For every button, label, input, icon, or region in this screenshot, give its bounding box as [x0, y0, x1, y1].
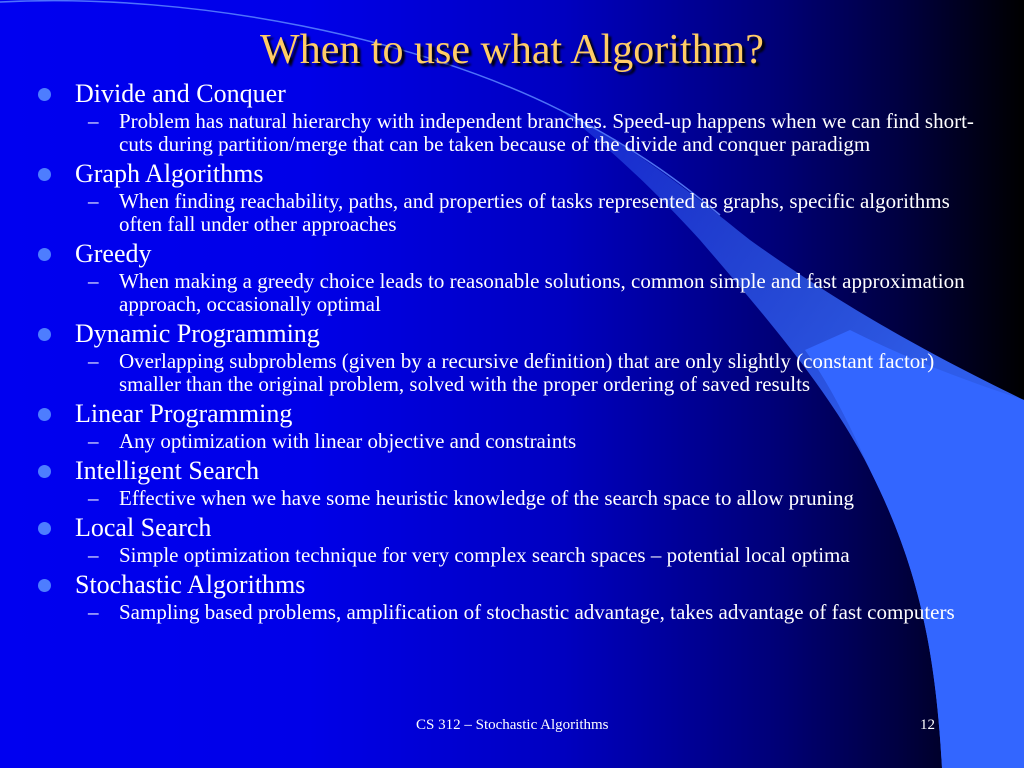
- bullet-heading: Greedy: [0, 238, 1024, 269]
- bullet-heading: Intelligent Search: [0, 455, 1024, 486]
- dash-icon: –: [88, 600, 99, 624]
- list-item: Linear Programming – Any optimization wi…: [0, 398, 1024, 453]
- bullet-dot-icon: [38, 579, 51, 592]
- bullet-heading: Dynamic Programming: [0, 318, 1024, 349]
- bullet-heading-text: Stochastic Algorithms: [75, 570, 306, 599]
- slide-footer: CS 312 – Stochastic Algorithms: [416, 717, 609, 733]
- sub-bullet: – When making a greedy choice leads to r…: [0, 270, 1024, 316]
- dash-icon: –: [88, 269, 99, 293]
- bullet-list: Divide and Conquer – Problem has natural…: [0, 78, 1024, 626]
- sub-bullet-text: When finding reachability, paths, and pr…: [119, 189, 950, 236]
- sub-bullet-text: Effective when we have some heuristic kn…: [119, 486, 854, 510]
- bullet-dot-icon: [38, 328, 51, 341]
- bullet-dot-icon: [38, 248, 51, 261]
- sub-bullet: – Problem has natural hierarchy with ind…: [0, 110, 1024, 156]
- sub-bullet-text: Overlapping subproblems (given by a recu…: [119, 349, 935, 396]
- list-item: Greedy – When making a greedy choice lea…: [0, 238, 1024, 316]
- list-item: Dynamic Programming – Overlapping subpro…: [0, 318, 1024, 396]
- bullet-heading-text: Greedy: [75, 239, 152, 268]
- sub-bullet: – Sampling based problems, amplification…: [0, 601, 1024, 624]
- sub-bullet-text: Any optimization with linear objective a…: [119, 429, 577, 453]
- sub-bullet: – Any optimization with linear objective…: [0, 430, 1024, 453]
- bullet-heading-text: Dynamic Programming: [75, 319, 320, 348]
- bullet-dot-icon: [38, 408, 51, 421]
- bullet-heading-text: Divide and Conquer: [75, 79, 286, 108]
- sub-bullet-text: Sampling based problems, amplification o…: [119, 600, 955, 624]
- bullet-dot-icon: [38, 168, 51, 181]
- dash-icon: –: [88, 486, 99, 510]
- bullet-heading-text: Local Search: [75, 513, 212, 542]
- slide-number: 12: [920, 717, 935, 733]
- slide: When to use what Algorithm? Divide and C…: [0, 0, 1024, 768]
- dash-icon: –: [88, 543, 99, 567]
- bullet-heading: Divide and Conquer: [0, 78, 1024, 109]
- bullet-heading: Graph Algorithms: [0, 158, 1024, 189]
- sub-bullet: – Simple optimization technique for very…: [0, 544, 1024, 567]
- bullet-heading-text: Graph Algorithms: [75, 159, 264, 188]
- dash-icon: –: [88, 429, 99, 453]
- bullet-heading: Stochastic Algorithms: [0, 569, 1024, 600]
- dash-icon: –: [88, 349, 99, 373]
- list-item: Local Search – Simple optimization techn…: [0, 512, 1024, 567]
- list-item: Stochastic Algorithms – Sampling based p…: [0, 569, 1024, 624]
- bullet-heading-text: Linear Programming: [75, 399, 293, 428]
- bullet-dot-icon: [38, 88, 51, 101]
- bullet-heading: Local Search: [0, 512, 1024, 543]
- slide-title: When to use what Algorithm?: [260, 27, 764, 73]
- sub-bullet: – Overlapping subproblems (given by a re…: [0, 350, 1024, 396]
- list-item: Divide and Conquer – Problem has natural…: [0, 78, 1024, 156]
- sub-bullet-text: Problem has natural hierarchy with indep…: [119, 109, 974, 156]
- sub-bullet: – When finding reachability, paths, and …: [0, 190, 1024, 236]
- bullet-heading: Linear Programming: [0, 398, 1024, 429]
- sub-bullet-text: When making a greedy choice leads to rea…: [119, 269, 965, 316]
- sub-bullet-text: Simple optimization technique for very c…: [119, 543, 850, 567]
- list-item: Intelligent Search – Effective when we h…: [0, 455, 1024, 510]
- dash-icon: –: [88, 189, 99, 213]
- bullet-heading-text: Intelligent Search: [75, 456, 260, 485]
- bullet-dot-icon: [38, 522, 51, 535]
- bullet-dot-icon: [38, 465, 51, 478]
- dash-icon: –: [88, 109, 99, 133]
- list-item: Graph Algorithms – When finding reachabi…: [0, 158, 1024, 236]
- sub-bullet: – Effective when we have some heuristic …: [0, 487, 1024, 510]
